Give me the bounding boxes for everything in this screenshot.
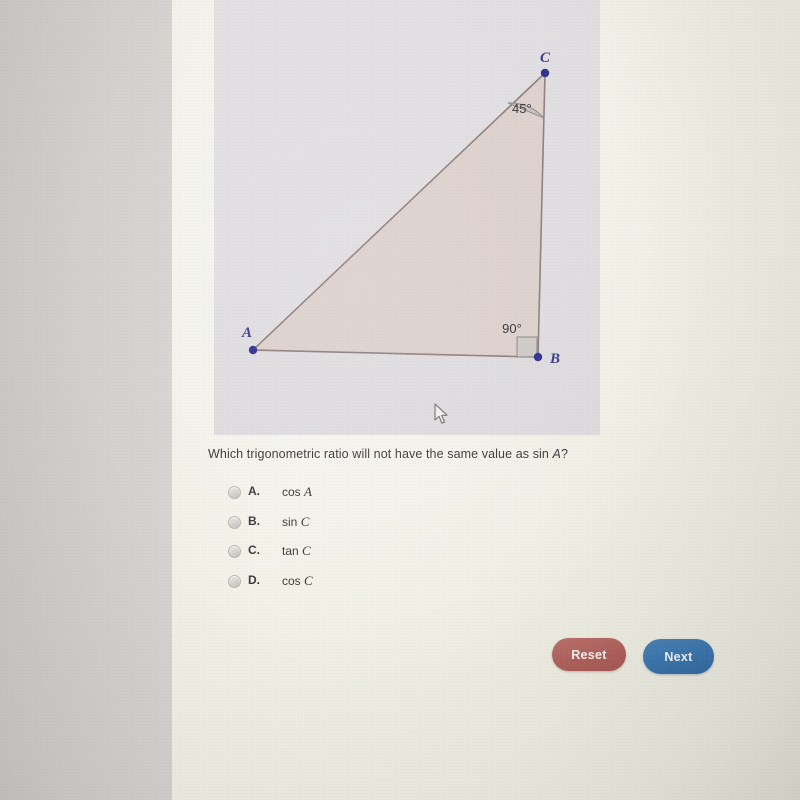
option-letter-d: D. xyxy=(248,572,260,587)
option-value-c: tan C xyxy=(282,543,311,559)
answer-options-list: A. cos A B. sin C C. tan C D. cos C xyxy=(228,484,548,602)
vertex-dot-b xyxy=(533,352,543,362)
vertex-label-a: A xyxy=(241,325,252,341)
option-value-b: sin C xyxy=(282,514,309,530)
question-text-italic: A xyxy=(552,447,561,461)
photo-scene: A B C 45° 90° Which trigonometric ratio … xyxy=(0,0,800,800)
option-value-b-italic: C xyxy=(300,513,310,529)
background-left-band xyxy=(0,0,174,800)
vertex-dot-c xyxy=(540,68,550,78)
option-letter-a: A. xyxy=(248,484,260,498)
option-value-c-prefix: tan xyxy=(282,544,303,558)
page-sheet: A B C 45° 90° Which trigonometric ratio … xyxy=(172,0,800,800)
option-row-b[interactable]: B. sin C xyxy=(228,514,548,544)
option-value-a-prefix: cos xyxy=(282,485,305,499)
radio-option-c[interactable] xyxy=(228,545,241,558)
radio-option-a[interactable] xyxy=(228,486,241,499)
option-letter-c: C. xyxy=(248,543,260,557)
option-value-c-italic: C xyxy=(302,543,311,558)
option-value-b-prefix: sin xyxy=(282,514,301,529)
option-value-d-italic: C xyxy=(304,572,313,588)
option-letter-b: B. xyxy=(248,513,260,528)
radio-option-b[interactable] xyxy=(228,515,241,529)
vertex-dot-a xyxy=(248,345,258,355)
right-angle-square-b xyxy=(516,336,538,358)
vertex-label-b: B xyxy=(549,351,560,367)
option-value-d: cos C xyxy=(282,573,313,589)
reset-button[interactable]: Reset xyxy=(552,638,626,671)
question-prompt: Which trigonometric ratio will not have … xyxy=(208,446,588,462)
option-value-a-italic: A xyxy=(304,484,312,499)
question-text-before: Which trigonometric ratio will not have … xyxy=(208,447,553,461)
option-value-d-prefix: cos xyxy=(282,573,305,588)
radio-option-d[interactable] xyxy=(228,574,241,588)
question-text-after: ? xyxy=(560,447,569,461)
angle-label-90: 90° xyxy=(502,321,522,336)
option-value-a: cos A xyxy=(282,484,312,500)
option-row-a[interactable]: A. cos A xyxy=(228,484,548,514)
option-row-c[interactable]: C. tan C xyxy=(228,543,548,573)
triangle-diagram-panel: A B C 45° 90° xyxy=(214,0,600,435)
triangle-diagram-svg: A B C 45° 90° xyxy=(241,50,560,367)
next-button[interactable]: Next xyxy=(643,639,714,674)
option-row-d[interactable]: D. cos C xyxy=(228,573,548,603)
triangle-shape xyxy=(252,72,546,358)
angle-label-45: 45° xyxy=(512,101,532,116)
action-button-bar: Reset Next xyxy=(548,636,728,681)
vertex-label-c: C xyxy=(540,50,551,66)
arrow-pointer-icon xyxy=(434,403,448,424)
